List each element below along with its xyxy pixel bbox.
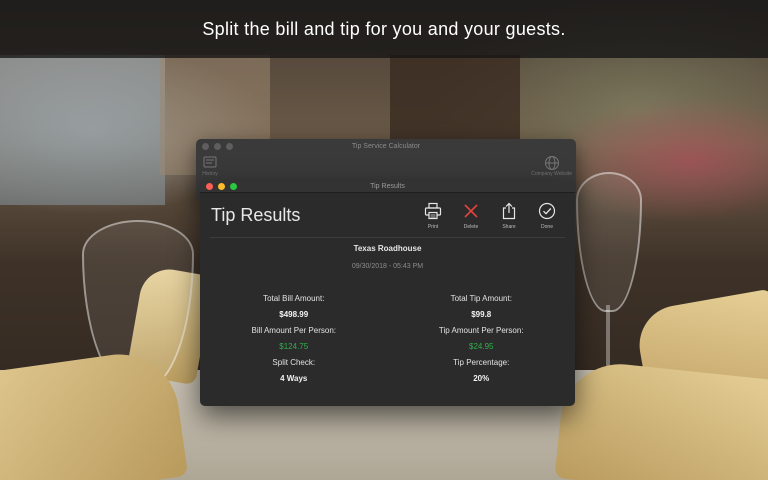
tip-percentage-label: Tip Percentage: xyxy=(453,358,510,367)
tip-per-person-value: $24.95 xyxy=(469,342,494,351)
delete-label: Delete xyxy=(463,224,479,230)
print-label: Print xyxy=(427,224,439,230)
results-grid: Total Bill Amount: $498.99 Bill Amount P… xyxy=(200,291,575,387)
bill-column: Total Bill Amount: $498.99 Bill Amount P… xyxy=(200,291,388,387)
company-website-button[interactable]: Company Website xyxy=(531,155,572,177)
window-titlebar: Tip Service Calculator xyxy=(196,139,576,153)
results-header: Tip Results Print Delete Share Done xyxy=(210,193,565,238)
split-check-label: Split Check: xyxy=(272,358,316,367)
total-bill-label: Total Bill Amount: xyxy=(263,294,325,303)
total-tip-value: $99.8 xyxy=(471,310,492,319)
tip-per-person-label: Tip Amount Per Person: xyxy=(438,326,524,335)
delete-button[interactable]: Delete xyxy=(461,202,481,230)
total-tip-label: Total Tip Amount: xyxy=(450,294,512,303)
company-website-label: Company Website xyxy=(531,171,572,177)
caption-text: Split the bill and tip for you and your … xyxy=(202,18,566,39)
page-title: Tip Results xyxy=(211,205,301,225)
done-button[interactable]: Done xyxy=(537,202,557,230)
total-bill-value: $498.99 xyxy=(279,310,309,319)
restaurant-name: Texas Roadhouse xyxy=(353,244,422,253)
window-title: Tip Results xyxy=(370,183,405,190)
bg-wine-glass xyxy=(576,172,642,312)
printer-icon xyxy=(424,202,442,220)
share-icon xyxy=(502,202,516,220)
history-label: History xyxy=(202,171,218,177)
done-label: Done xyxy=(541,224,553,230)
result-timestamp: 09/30/2018 - 05:43 PM xyxy=(351,263,424,270)
split-check-value: 4 Ways xyxy=(280,374,308,383)
share-label: Share xyxy=(502,224,516,230)
caption-banner: Split the bill and tip for you and your … xyxy=(0,0,768,58)
tip-column: Total Tip Amount: $99.8 Tip Amount Per P… xyxy=(388,291,576,387)
bill-per-person-value: $124.75 xyxy=(279,342,309,351)
window-titlebar: Tip Results xyxy=(200,181,575,193)
checkmark-circle-icon xyxy=(538,202,556,220)
history-icon xyxy=(203,156,217,168)
bg-napkin xyxy=(554,358,768,480)
history-button[interactable]: History xyxy=(202,155,218,177)
tip-results-window: Tip Results Tip Results Print Delete Sha… xyxy=(200,181,575,406)
close-icon xyxy=(464,204,478,218)
bg-door xyxy=(390,55,520,145)
globe-icon xyxy=(544,156,559,170)
share-button[interactable]: Share xyxy=(499,202,519,230)
window-title: Tip Service Calculator xyxy=(351,142,421,150)
tip-percentage-value: 20% xyxy=(473,374,490,383)
bill-per-person-label: Bill Amount Per Person: xyxy=(251,326,336,335)
bg-window xyxy=(0,55,165,205)
print-button[interactable]: Print xyxy=(423,202,443,230)
toolbar: Print Delete Share Done xyxy=(423,202,557,230)
